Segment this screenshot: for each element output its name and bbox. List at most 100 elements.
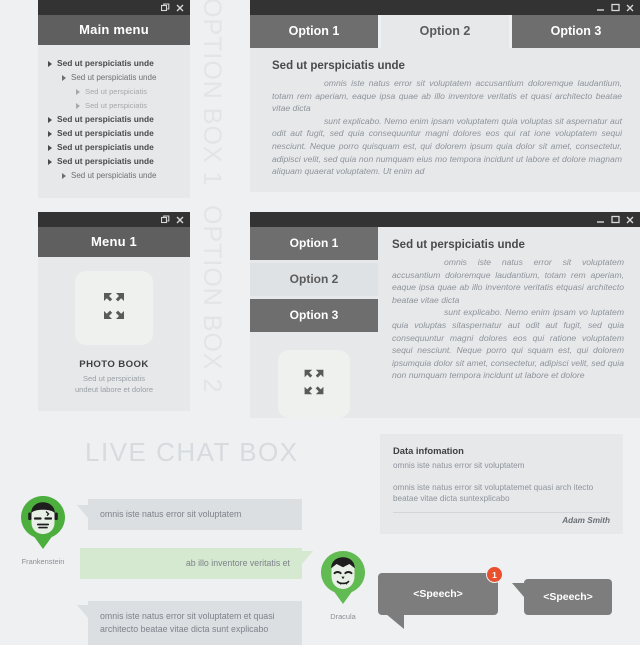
photobook-titlebar: [38, 212, 190, 227]
menu-tree-item-label: Sed ut perspiciatis unde: [57, 58, 154, 68]
split-thumbnail[interactable]: [278, 350, 350, 418]
caret-right-icon: [62, 74, 66, 81]
split-content-pane: Sed ut perspiciatis unde omnis iste natu…: [378, 227, 640, 418]
menu-tree-item[interactable]: Sed ut perspiciatis unde: [48, 156, 184, 167]
minimize-icon[interactable]: [596, 215, 605, 224]
avatar-name: Dracula: [330, 612, 356, 621]
close-icon[interactable]: [626, 216, 634, 224]
split-content-paragraph-1: omnis iste natus error sit voluptatem ac…: [392, 256, 624, 306]
main-menu-window-controls: [161, 3, 184, 12]
split-options-list: Option 1 Option 2 Option 3: [250, 227, 378, 418]
restore-icon[interactable]: [161, 215, 170, 224]
caret-right-icon: [48, 144, 52, 151]
chat-message-text: omnis iste natus error sit voluptatem et…: [100, 611, 275, 634]
caret-right-icon: [48, 130, 52, 137]
main-menu-body: Sed ut perspiciatis unde Sed ut perspicia…: [38, 45, 190, 198]
menu-tree-item-label: Sed ut perspiciatis unde: [71, 73, 157, 82]
menu-tree-item-label: Sed ut perspiciatis unde: [57, 114, 154, 124]
expand-arrows-icon: [97, 289, 131, 328]
speech-bubble-right[interactable]: <Speech>: [512, 579, 612, 615]
close-icon[interactable]: [176, 216, 184, 224]
menu-tree-item[interactable]: Sed ut perspiciatis unde: [48, 142, 184, 153]
data-info-divider: [393, 511, 610, 513]
photobook-thumbnail[interactable]: [75, 271, 153, 345]
tab-paragraph-1-text: omnis iste natus error sit voluptatem ac…: [272, 78, 622, 114]
photobook-body: PHOTO BOOK Sed ut perspiciatis undeut la…: [38, 257, 190, 411]
main-menu-window: Main menu Sed ut perspiciatis unde Sed ut…: [38, 0, 190, 198]
close-icon[interactable]: [626, 4, 634, 12]
tab-content-paragraph-1: omnis iste natus error sit voluptatem ac…: [272, 77, 622, 115]
watermark-option-box-1: OPTION BOX 1: [198, 0, 226, 187]
close-icon[interactable]: [176, 4, 184, 12]
split-window-body: Option 1 Option 2 Option 3 Sed ut perspici…: [250, 227, 640, 418]
tab-3[interactable]: Option 3: [512, 15, 640, 48]
tabs-window: Option 1 Option 2 Option 3 Sed ut perspici…: [250, 0, 640, 192]
caret-right-icon: [48, 158, 52, 165]
menu-tree-item-label: Sed ut perspiciatis unde: [57, 142, 154, 152]
speech-bubble-right-label: <Speech>: [543, 591, 593, 603]
menu-tree-item-label: Sed ut perspiciatis unde: [57, 128, 154, 138]
photobook-window-controls: [161, 215, 184, 224]
main-menu-title: Main menu: [38, 15, 190, 45]
menu-tree-item-label: Sed ut perspiciatis unde: [57, 156, 154, 166]
notification-badge[interactable]: 1: [486, 566, 503, 583]
tab-content-paragraph-2: sunt explicabo. Nemo enim ipsam voluptat…: [272, 115, 622, 178]
caret-right-icon: [76, 102, 80, 109]
expand-arrows-icon: [298, 366, 330, 403]
menu-tree-item-label: Sed ut perspiciatis: [85, 87, 148, 96]
tab-paragraph-2-text: sunt explicabo. Nemo enim ipsam voluptat…: [272, 115, 622, 177]
maximize-icon[interactable]: [611, 215, 620, 224]
live-chat-title: LIVE CHAT BOX: [85, 437, 299, 467]
data-info-line-2: omnis iste natus error sit voluptatemet …: [393, 482, 594, 504]
tab-2[interactable]: Option 2: [381, 15, 509, 48]
tabs-window-controls: [596, 3, 634, 12]
tab-content-heading: Sed ut perspiciatis unde: [272, 60, 405, 72]
vertical-option-3[interactable]: Option 3: [250, 299, 378, 332]
vertical-option-2[interactable]: Option 2: [250, 263, 378, 296]
photobook-caption-line-1: Sed ut perspiciatis: [82, 374, 146, 383]
photobook-window: Menu 1 PHOTO BOOK Sed ut perspiciatis un…: [38, 212, 190, 411]
photobook-menu-title: Menu 1: [38, 227, 190, 257]
split-content-paragraph-2: sunt explicabo. Nemo enim ipsam vo lupta…: [392, 306, 624, 382]
menu-tree-item[interactable]: Sed ut perspiciatis: [76, 86, 184, 97]
data-info-title: Data infomation: [393, 445, 464, 456]
maximize-icon[interactable]: [611, 3, 620, 12]
watermark-option-box-2: OPTION BOX 2: [198, 205, 226, 394]
tabs-row: Option 1 Option 2 Option 3: [250, 15, 640, 48]
menu-tree-item-label: Sed ut perspiciatis unde: [71, 171, 157, 180]
data-information-card: Data infomation omnis iste natus error s…: [380, 434, 623, 534]
chat-message-text: ab illo inventore veritatis et: [185, 558, 290, 568]
split-paragraph-1-text: omnis iste natus error sit voluptatem ac…: [392, 257, 624, 305]
menu-tree-item[interactable]: Sed ut perspiciatis unde: [62, 170, 184, 181]
tabs-window-titlebar: [250, 0, 640, 15]
menu-tree-item[interactable]: Sed ut perspiciatis unde: [62, 72, 184, 83]
chat-bubble-1: omnis iste natus error sit voluptatem: [77, 499, 302, 530]
split-content-heading: Sed ut perspiciatis unde: [392, 239, 525, 251]
photobook-caption-title: PHOTO BOOK: [79, 359, 149, 370]
menu-tree-item[interactable]: Sed ut perspiciatis unde: [48, 128, 184, 139]
split-window: Option 1 Option 2 Option 3 Sed ut perspici…: [250, 212, 640, 418]
split-window-controls: [596, 215, 634, 224]
menu-tree-item[interactable]: Sed ut perspiciatis unde: [48, 114, 184, 125]
menu-tree: Sed ut perspiciatis unde Sed ut perspicia…: [38, 45, 190, 198]
vertical-option-1[interactable]: Option 1: [250, 227, 378, 260]
speech-bubble-left[interactable]: <Speech>: [378, 573, 498, 629]
photobook-caption-line-2: undeut labore et dolore: [74, 384, 154, 394]
caret-right-icon: [76, 88, 80, 95]
caret-right-icon: [62, 172, 66, 179]
menu-tree-item[interactable]: Sed ut perspiciatis unde: [48, 58, 184, 69]
data-info-line-1: omnis iste natus error sit voluptatem: [393, 461, 525, 470]
avatar-dracula[interactable]: Dracula: [312, 549, 374, 621]
speech-bubble-left-label: <Speech>: [413, 588, 463, 600]
tab-panel-content: Sed ut perspiciatis unde omnis iste natu…: [250, 48, 640, 192]
avatar-frankenstein[interactable]: Frankenstein: [12, 494, 74, 566]
vertical-options-container: Option 1 Option 2 Option 3: [250, 227, 378, 332]
split-paragraph-2-text: sunt explicabo. Nemo enim ipsam vo lupta…: [392, 307, 624, 381]
data-info-author: Adam Smith: [562, 515, 610, 525]
restore-icon[interactable]: [161, 3, 170, 12]
tab-1[interactable]: Option 1: [250, 15, 378, 48]
dracula-avatar-icon: [321, 551, 365, 604]
menu-tree-item[interactable]: Sed ut perspiciatis: [76, 100, 184, 111]
minimize-icon[interactable]: [596, 3, 605, 12]
chat-bubble-2: ab illo inventore veritatis et: [80, 548, 313, 579]
